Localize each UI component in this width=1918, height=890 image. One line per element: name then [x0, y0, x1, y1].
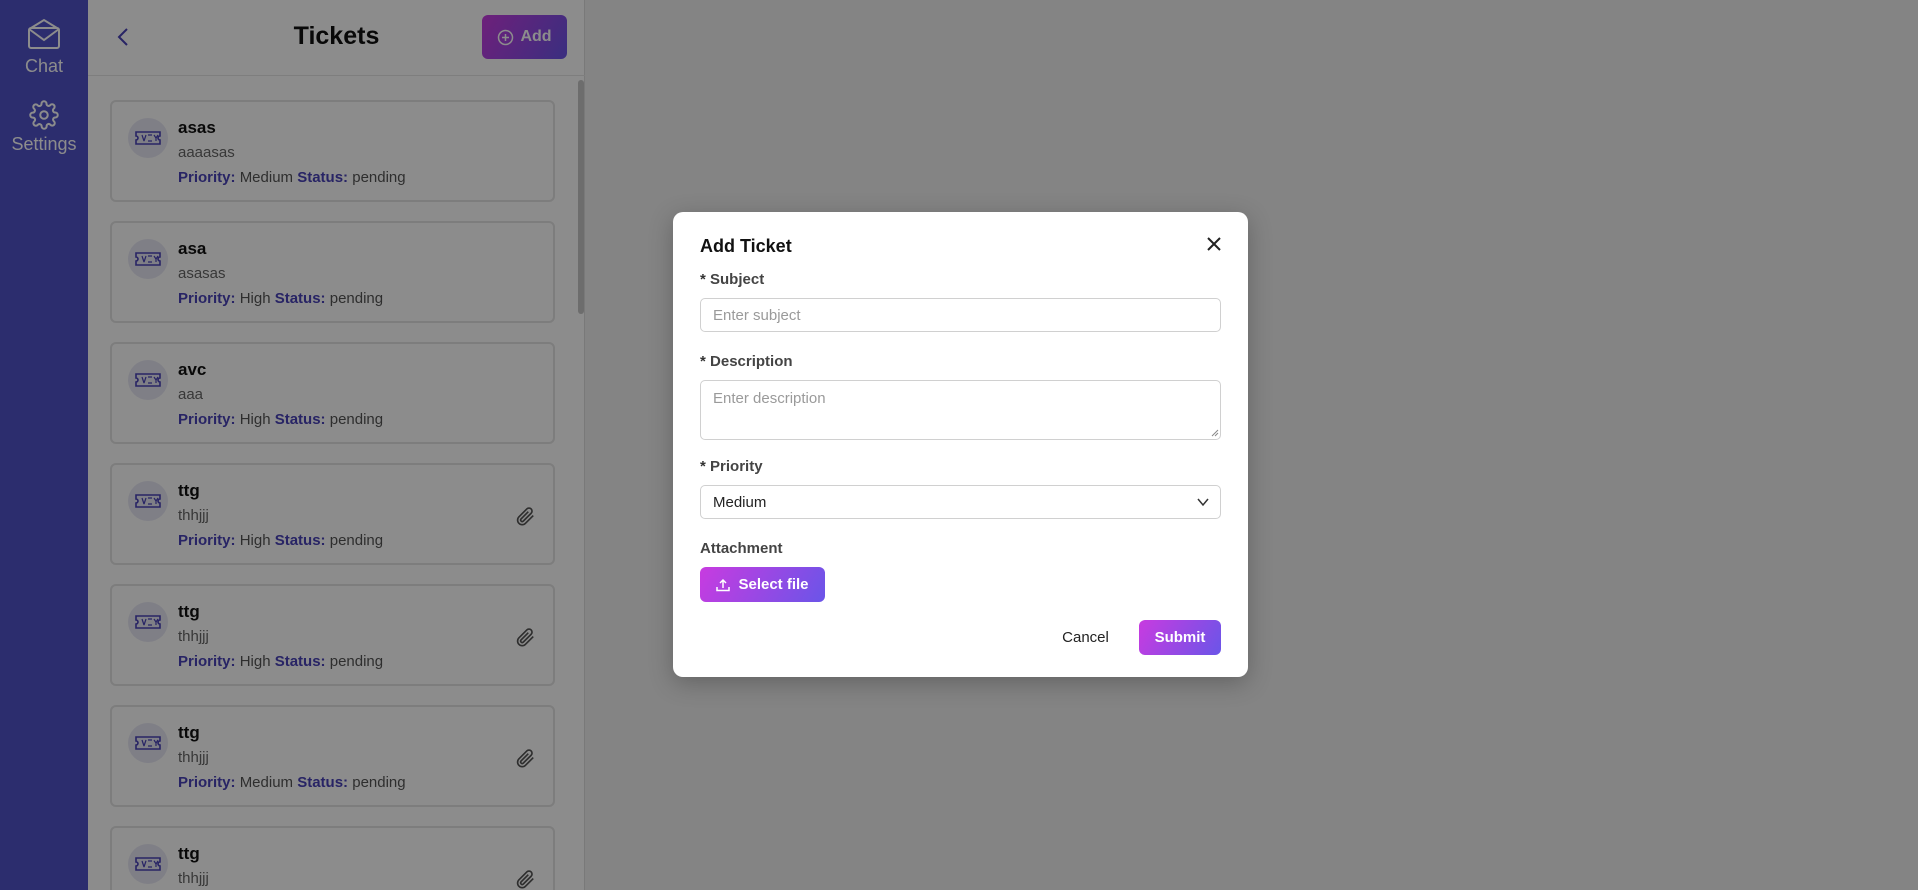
modal-title: Add Ticket	[700, 236, 792, 256]
upload-icon	[716, 578, 731, 591]
close-icon	[1207, 237, 1221, 251]
subject-input[interactable]	[700, 298, 1221, 332]
description-label: * Description	[700, 353, 793, 370]
resize-grip-icon[interactable]	[1210, 428, 1219, 437]
priority-selected-value: Medium	[713, 493, 767, 511]
description-textarea[interactable]	[700, 380, 1221, 440]
cancel-button[interactable]: Cancel	[1048, 620, 1123, 654]
attachment-label: Attachment	[700, 540, 783, 557]
priority-select[interactable]: Medium	[700, 485, 1221, 519]
priority-label: * Priority	[700, 458, 763, 475]
close-button[interactable]	[1201, 231, 1227, 257]
subject-label: * Subject	[700, 271, 765, 288]
submit-button[interactable]: Submit	[1139, 620, 1221, 655]
add-ticket-modal: Add Ticket * Subject * Description * Pri…	[673, 212, 1248, 677]
select-file-button[interactable]: Select file	[700, 567, 825, 602]
select-file-label: Select file	[738, 576, 809, 593]
chevron-down-icon	[1197, 498, 1209, 507]
